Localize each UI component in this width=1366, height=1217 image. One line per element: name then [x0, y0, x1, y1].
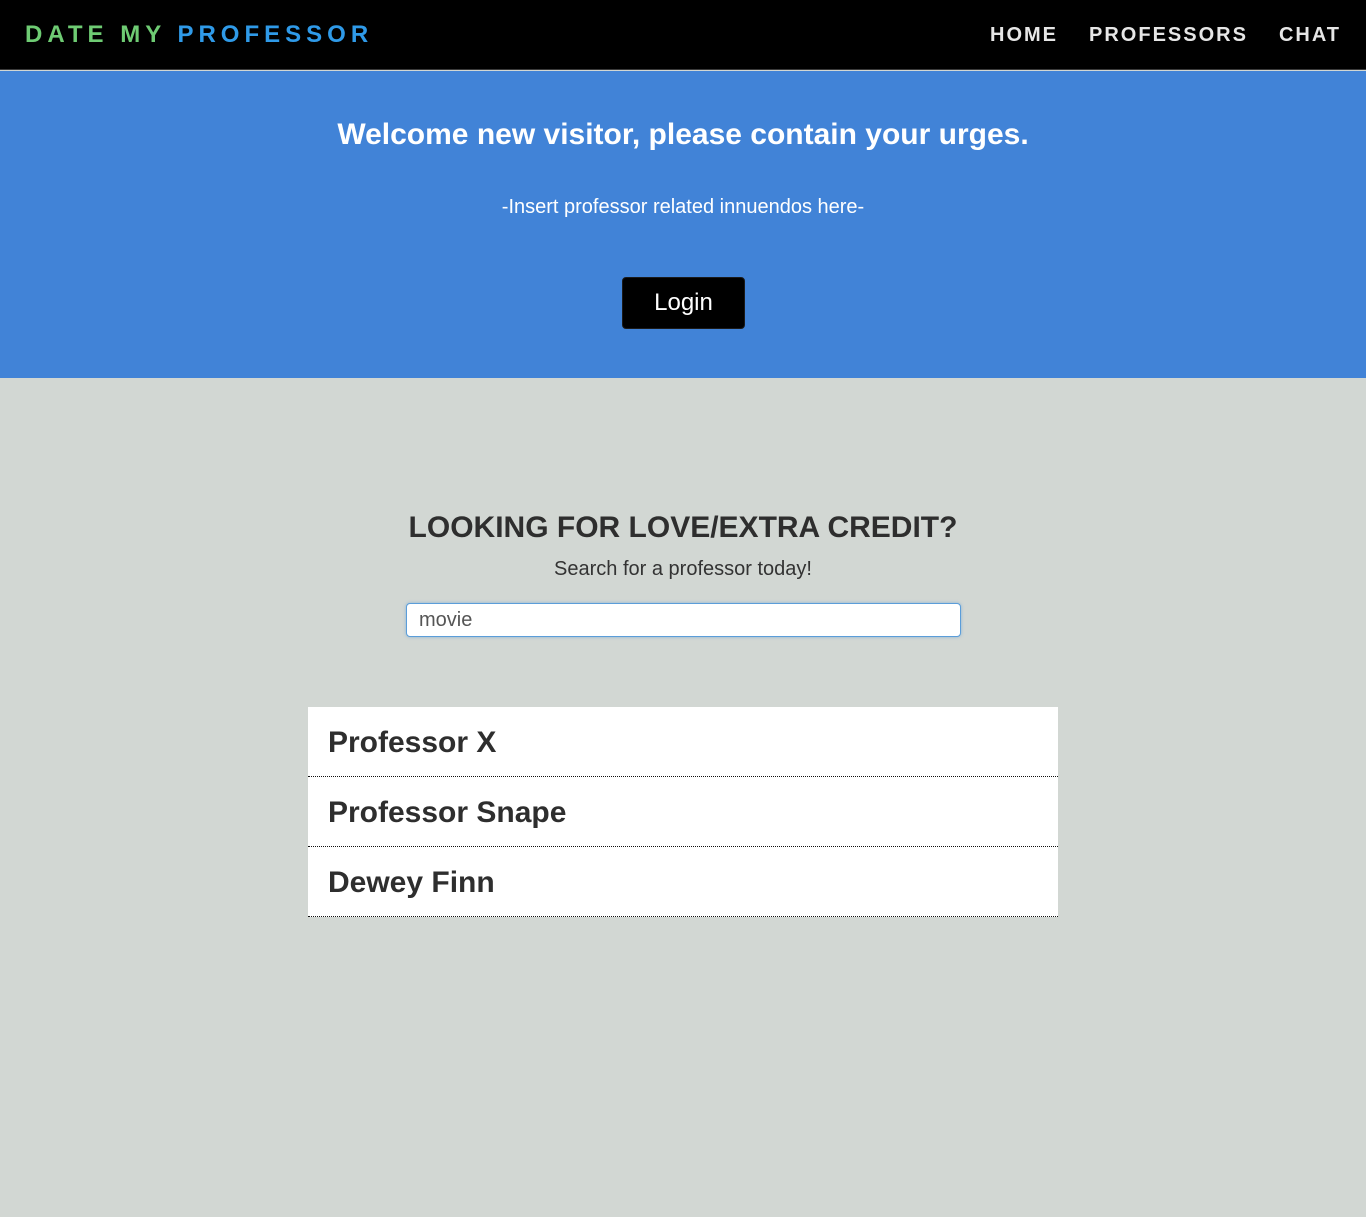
search-section-subtitle: Search for a professor today! [554, 558, 812, 580]
nav-links: HOME PROFESSORS CHAT [990, 23, 1341, 47]
nav-link-chat[interactable]: CHAT [1279, 23, 1341, 47]
login-button[interactable]: Login [622, 277, 745, 329]
result-item[interactable]: Dewey Finn [308, 847, 1058, 917]
nav-link-home[interactable]: HOME [990, 23, 1058, 47]
search-section-title: LOOKING FOR LOVE/EXTRA CREDIT? [408, 511, 958, 544]
site-logo[interactable]: DATE MY PROFESSOR [25, 21, 373, 49]
hero-banner: Welcome new visitor, please contain your… [0, 71, 1366, 378]
top-navbar: DATE MY PROFESSOR HOME PROFESSORS CHAT [0, 0, 1366, 70]
brand-text-part1: DATE MY [25, 21, 166, 48]
nav-link-professors[interactable]: PROFESSORS [1089, 23, 1248, 47]
hero-title: Welcome new visitor, please contain your… [337, 118, 1029, 151]
professor-search-input[interactable] [406, 603, 961, 637]
result-item[interactable]: Professor X [308, 707, 1058, 777]
search-results-list: Professor X Professor Snape Dewey Finn [308, 707, 1058, 917]
brand-text-part2: PROFESSOR [177, 21, 374, 48]
hero-subtitle: -Insert professor related innuendos here… [501, 196, 865, 218]
result-item[interactable]: Professor Snape [308, 777, 1058, 847]
